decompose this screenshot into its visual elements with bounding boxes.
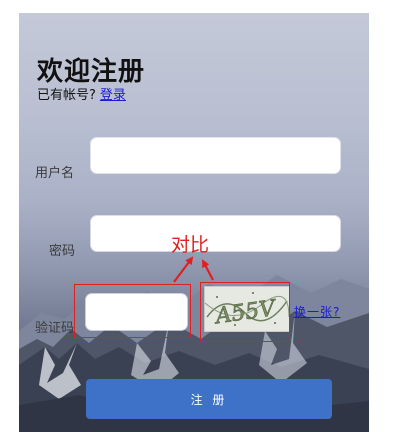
page-title: 欢迎注册 [37, 57, 146, 87]
register-panel: 欢迎注册 已有帐号? 登录 用户名 密码 验证码 A55V 换一张? 注 册 [19, 13, 369, 432]
annotation-box-captcha-image [200, 282, 290, 342]
username-input[interactable] [91, 138, 340, 173]
have-account-text: 已有帐号? [37, 88, 96, 103]
refresh-captcha-link[interactable]: 换一张? [294, 303, 340, 320]
captcha-label: 验证码 [35, 321, 75, 336]
password-label: 密码 [49, 244, 76, 259]
annotation-label: 对比 [171, 234, 210, 256]
password-input[interactable] [91, 216, 340, 251]
register-button[interactable]: 注 册 [86, 379, 332, 419]
login-prompt: 已有帐号? 登录 [37, 84, 126, 103]
login-link[interactable]: 登录 [100, 88, 126, 103]
username-label: 用户名 [35, 166, 75, 181]
annotation-box-captcha-input [74, 284, 191, 338]
